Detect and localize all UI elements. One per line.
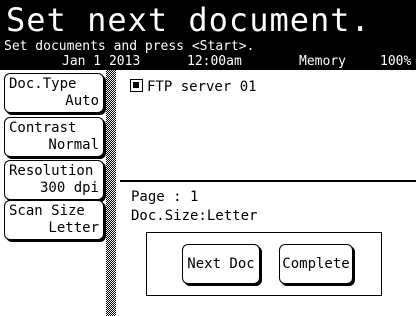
memory-percent: 100% (380, 54, 412, 69)
scan-size-label: Scan Size (9, 203, 85, 219)
section-divider (120, 180, 416, 182)
contrast-label: Contrast (9, 120, 77, 136)
resolution-value: 300 dpi (39, 180, 99, 196)
destination-entry: FTP server 01 (130, 78, 257, 96)
doc-type-label: Doc.Type (9, 76, 77, 92)
memory-label: Memory (299, 54, 346, 69)
destination-label: FTP server 01 (147, 79, 257, 95)
scan-size-button[interactable]: Scan Size Letter (4, 200, 104, 240)
page-count: Page : 1 (131, 189, 199, 205)
status-date: Jan 1 2013 (62, 54, 141, 69)
ftp-server-icon (130, 79, 143, 92)
doc-type-button[interactable]: Doc.Type Auto (4, 73, 104, 113)
doc-type-value: Auto (65, 93, 99, 109)
contrast-value: Normal (48, 137, 99, 153)
contrast-button[interactable]: Contrast Normal (4, 117, 104, 157)
status-bar: Jan 1 2013 12:00am Memory 100% (0, 54, 416, 70)
instruction-text: Set documents and press <Start>. (4, 39, 255, 54)
header-bar: Set next document. Set documents and pre… (0, 0, 416, 70)
next-doc-button[interactable]: Next Doc (182, 244, 260, 284)
resolution-button[interactable]: Resolution 300 dpi (4, 160, 104, 200)
sidebar-dither-divider (106, 70, 116, 316)
page-title: Set next document. (6, 1, 371, 39)
status-time: 12:00am (187, 54, 242, 69)
scan-size-value: Letter (48, 220, 99, 236)
resolution-label: Resolution (9, 163, 94, 179)
complete-button[interactable]: Complete (279, 244, 353, 284)
doc-size: Doc.Size:Letter (131, 208, 258, 224)
